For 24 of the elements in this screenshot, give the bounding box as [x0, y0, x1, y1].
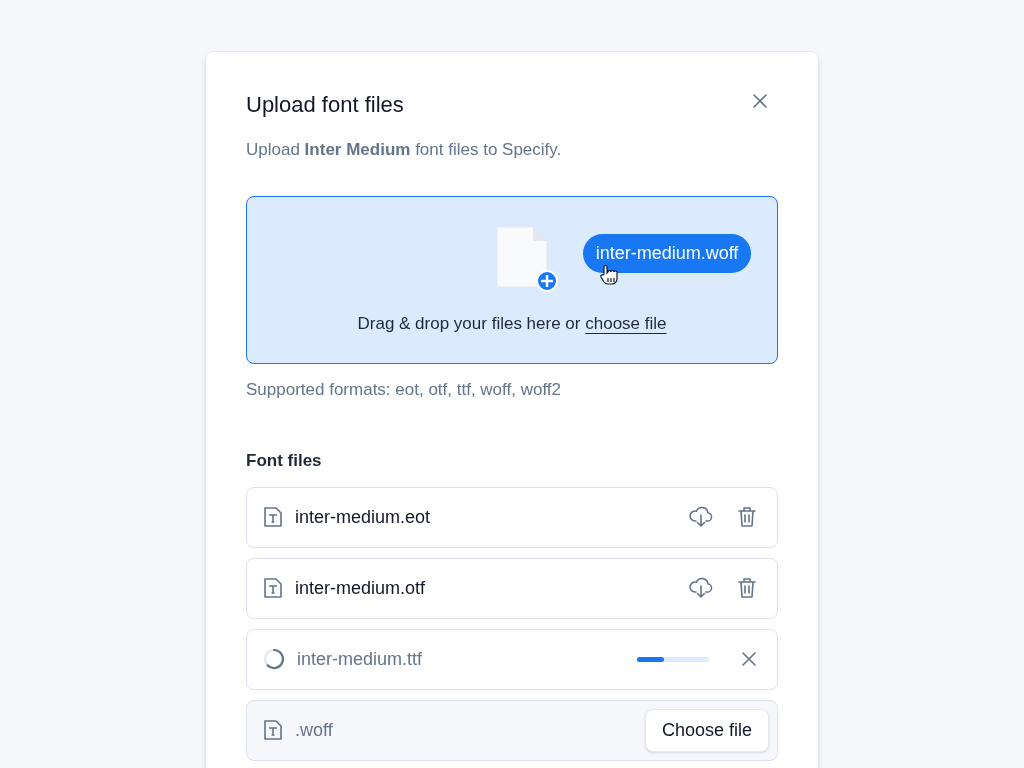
cloud-download-icon[interactable] [689, 506, 713, 528]
trash-icon[interactable] [737, 577, 757, 599]
drop-zone[interactable]: inter-medium.woff Drag & drop your files here or choose file [246, 195, 778, 364]
file-format: .woff [295, 718, 334, 742]
cloud-download-icon[interactable] [689, 577, 713, 599]
section-heading: Font files [246, 450, 323, 472]
dialog-subtitle: Upload Inter Medium font files to Specify. [246, 139, 563, 161]
choose-file-link[interactable]: choose file [585, 313, 667, 333]
spinner-icon [263, 648, 285, 670]
file-name: inter-medium.otf [295, 576, 427, 600]
choose-file-button[interactable]: Choose file [644, 708, 769, 752]
drop-prompt: Drag & drop your files here or [357, 313, 581, 333]
font-file-icon [263, 506, 283, 528]
font-file-icon [263, 577, 283, 599]
hand-cursor-icon [598, 264, 619, 286]
file-name: inter-medium.ttf [297, 647, 424, 671]
trash-icon[interactable] [737, 506, 757, 528]
cancel-icon[interactable] [741, 651, 757, 667]
font-file-icon [263, 719, 283, 741]
supported-formats: Supported formats: eot, otf, ttf, woff, woff2 [246, 378, 562, 401]
file-name: inter-medium.eot [295, 505, 432, 529]
close-icon[interactable] [752, 93, 768, 109]
dialog-title: Upload font files [246, 91, 404, 119]
dragged-file-chip[interactable]: inter-medium.woff [582, 234, 752, 273]
